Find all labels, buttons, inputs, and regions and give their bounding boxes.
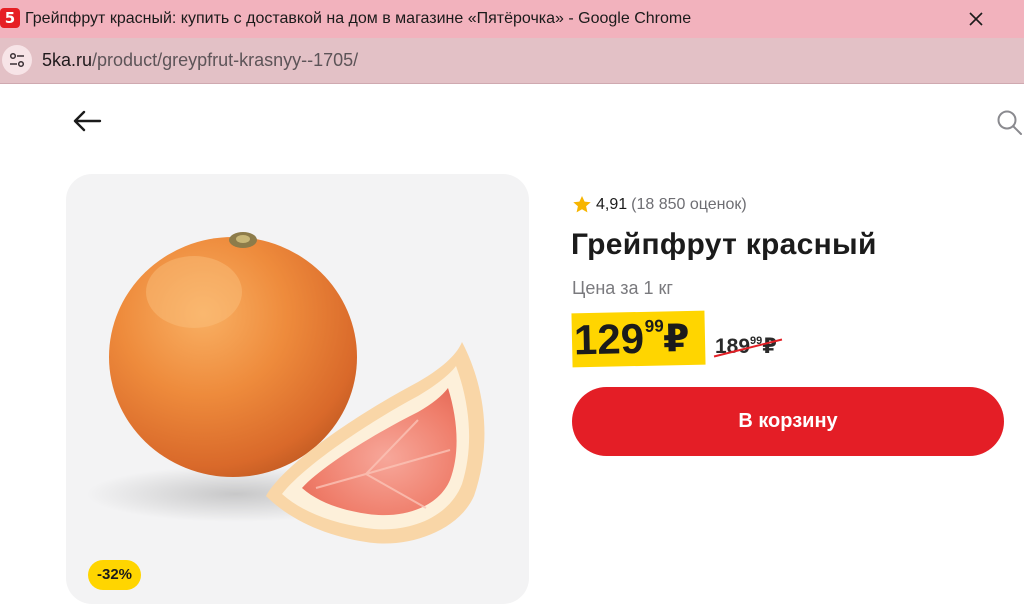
old-price-integer: 189: [715, 335, 751, 358]
old-price-kopecks: 99: [750, 335, 763, 347]
old-price: 189 99 ₽: [715, 333, 777, 361]
price-integer: 129: [573, 314, 645, 364]
price-currency: ₽: [662, 317, 690, 361]
back-arrow-icon: [73, 110, 102, 132]
rating-count: (18 850 оценок): [631, 195, 747, 213]
search-icon: [997, 110, 1022, 135]
add-to-cart-button[interactable]: В корзину: [572, 387, 1004, 456]
product-image-card: -32%: [66, 174, 529, 604]
favicon-icon: 5: [0, 8, 20, 28]
close-window-button[interactable]: [962, 6, 990, 32]
product-page: -32% 4,91 (18 850 оценок) Грейпфрут крас…: [0, 85, 1024, 604]
price-kopecks: 99: [644, 316, 664, 336]
search-button[interactable]: [994, 107, 1024, 137]
url-path: /product/greypfrut-krasnyy--1705/: [92, 50, 359, 70]
address-bar: 5ka.ru/product/greypfrut-krasnyy--1705/: [0, 38, 1024, 84]
product-rating[interactable]: 4,91 (18 850 оценок): [572, 195, 747, 214]
unit-price-label: Цена за 1 кг: [572, 278, 673, 298]
rating-value: 4,91: [596, 195, 628, 213]
current-price: 129 99 ₽: [571, 310, 706, 368]
window-title: Грейпфрут красный: купить с доставкой на…: [25, 10, 692, 27]
url-host: 5ka.ru: [42, 50, 93, 70]
site-info-icon: [9, 52, 25, 68]
site-info-button[interactable]: [2, 45, 32, 75]
url-field[interactable]: 5ka.ru/product/greypfrut-krasnyy--1705/: [42, 50, 358, 71]
close-icon: [969, 12, 983, 26]
old-price-currency: ₽: [762, 335, 777, 358]
browser-title-bar: 5 Грейпфрут красный: купить с доставкой …: [0, 0, 1024, 38]
back-button[interactable]: [70, 107, 104, 135]
star-icon: [573, 196, 591, 213]
discount-badge: -32%: [88, 560, 142, 590]
grapefruit-image: [86, 232, 485, 544]
product-title: Грейпфрут красный: [571, 228, 877, 261]
